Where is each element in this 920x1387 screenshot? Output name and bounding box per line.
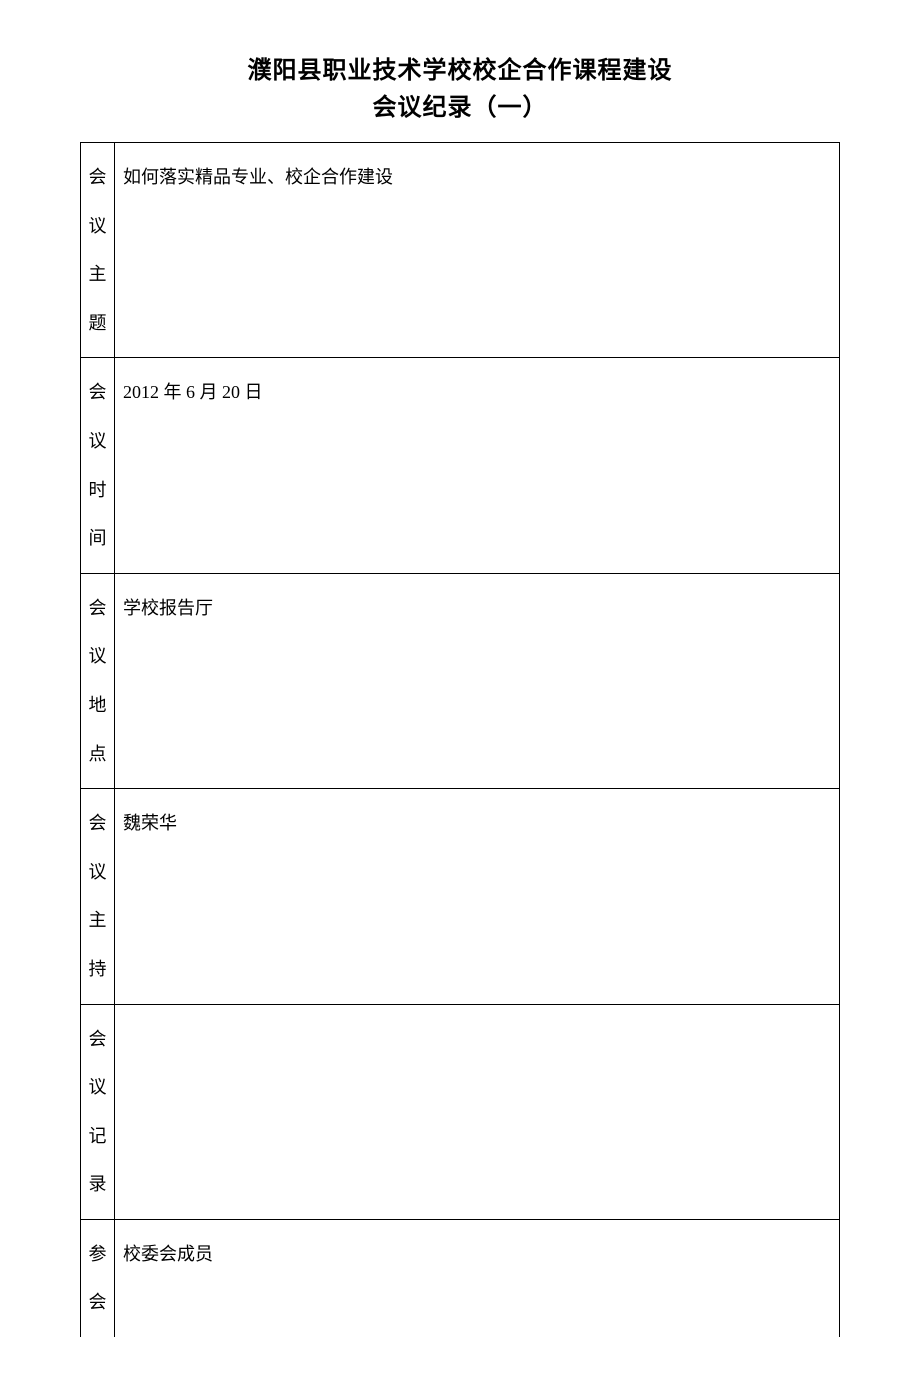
title-line-2: 会议纪录（一） [80,87,840,122]
title-line-1: 濮阳县职业技术学校校企合作课程建设 [80,50,840,85]
table-row: 会 议 时 间 2012 年 6 月 20 日 [81,358,840,573]
label-cell-recorder: 会 议 记 录 [81,1004,115,1219]
table-row: 会 议 记 录 [81,1004,840,1219]
label-cell-attendees: 参 会 [81,1219,115,1337]
label-cell-time: 会 议 时 间 [81,358,115,573]
value-cell-host: 魏荣华 [115,789,840,1004]
table-row: 会 议 主 题 如何落实精品专业、校企合作建设 [81,143,840,358]
document-title-block: 濮阳县职业技术学校校企合作课程建设 会议纪录（一） [80,50,840,122]
label-cell-topic: 会 议 主 题 [81,143,115,358]
value-cell-location: 学校报告厅 [115,573,840,788]
table-row: 会 议 地 点 学校报告厅 [81,573,840,788]
meeting-record-table: 会 议 主 题 如何落实精品专业、校企合作建设 会 议 时 间 2012 年 6… [80,142,840,1337]
label-cell-host: 会 议 主 持 [81,789,115,1004]
table-row: 参 会 校委会成员 [81,1219,840,1337]
value-cell-topic: 如何落实精品专业、校企合作建设 [115,143,840,358]
table-row: 会 议 主 持 魏荣华 [81,789,840,1004]
label-cell-location: 会 议 地 点 [81,573,115,788]
value-cell-recorder [115,1004,840,1219]
value-cell-attendees: 校委会成员 [115,1219,840,1337]
value-cell-time: 2012 年 6 月 20 日 [115,358,840,573]
